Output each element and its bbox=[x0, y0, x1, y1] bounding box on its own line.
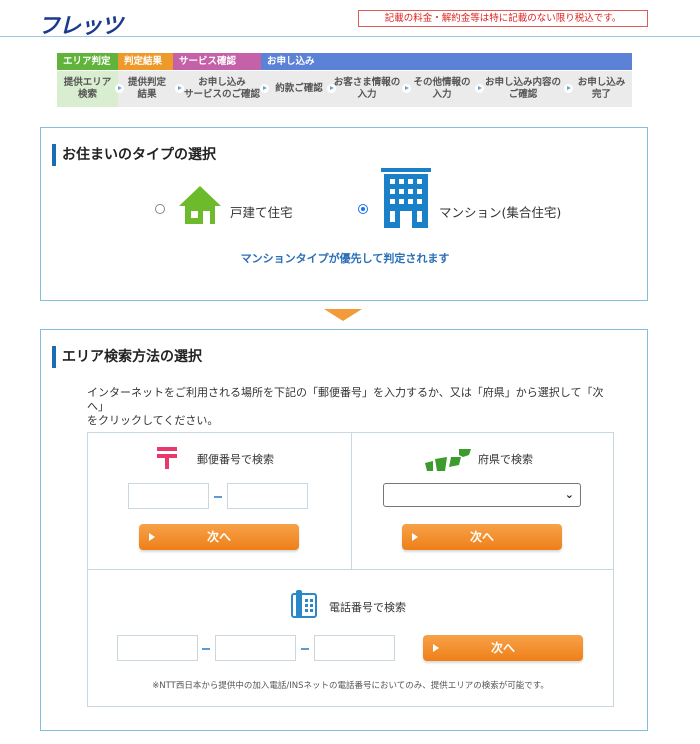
prefecture-next-button[interactable]: 次へ bbox=[402, 524, 562, 550]
search-methods-grid: 郵便番号で検索 次へ 府県で検索 ⌄ 次へ 電話番号で検索 次へ ※NTT西日本… bbox=[87, 432, 614, 707]
residence-type-title: お住まいのタイプの選択 bbox=[52, 144, 216, 166]
phone-icon bbox=[291, 590, 317, 618]
prefecture-search-label: 府県で検索 bbox=[478, 453, 533, 466]
search-instruction: インターネットをご利用される場所を下記の「郵便番号」を入力するか、又は「府県」か… bbox=[87, 386, 617, 428]
step-other-info: その他情報の 入力 bbox=[409, 71, 475, 107]
step-label: お申し込み内容の bbox=[484, 77, 561, 88]
step-label: 提供エリア bbox=[63, 77, 112, 88]
house-icon bbox=[179, 186, 221, 224]
step-label: 入力 bbox=[357, 89, 377, 100]
mansion-radio[interactable] bbox=[358, 204, 368, 214]
residence-type-panel: お住まいのタイプの選択 戸建て住宅 マンション(集合住宅) マンションタイプが優… bbox=[40, 127, 648, 301]
postal-code-second-input[interactable] bbox=[227, 483, 308, 509]
prefecture-select[interactable]: ⌄ bbox=[383, 483, 581, 507]
mansion-label[interactable]: マンション(集合住宅) bbox=[439, 202, 561, 221]
divider bbox=[88, 569, 613, 570]
postal-mark-icon bbox=[157, 447, 177, 469]
step-confirm-application: お申し込み内容の ご確認 bbox=[482, 71, 564, 107]
down-arrow-icon bbox=[324, 309, 362, 321]
japan-map-icon bbox=[425, 449, 471, 471]
flets-logo[interactable]: フレッツ bbox=[38, 8, 123, 40]
dash bbox=[301, 648, 309, 650]
phone-subscriber-input[interactable] bbox=[314, 635, 395, 661]
dash bbox=[202, 648, 210, 650]
progress-steps: エリア判定 判定結果 サービス確認 お申し込み 提供エリア 検索 提供判定 結果 お… bbox=[57, 53, 632, 107]
instruction-line-1: インターネットをご利用される場所を下記の「郵便番号」を入力するか、又は「府県」か… bbox=[87, 386, 604, 413]
category-area-check: エリア判定 bbox=[57, 53, 118, 70]
phone-search-label: 電話番号で検索 bbox=[329, 601, 406, 614]
instruction-line-2: をクリックしてください。 bbox=[87, 414, 219, 427]
postal-next-button[interactable]: 次へ bbox=[139, 524, 299, 550]
divider bbox=[351, 433, 352, 569]
step-complete: お申し込み 完了 bbox=[571, 71, 632, 107]
button-label: 次へ bbox=[469, 530, 494, 544]
step-label: 検索 bbox=[77, 89, 97, 100]
postal-code-first-input[interactable] bbox=[128, 483, 209, 509]
phone-next-button[interactable]: 次へ bbox=[423, 635, 583, 661]
play-icon bbox=[412, 533, 418, 541]
play-icon bbox=[149, 533, 155, 541]
step-label: ご確認 bbox=[508, 89, 538, 100]
step-label: 入力 bbox=[432, 89, 452, 100]
building-icon bbox=[381, 168, 431, 228]
house-label[interactable]: 戸建て住宅 bbox=[230, 202, 293, 221]
area-search-title: エリア検索方法の選択 bbox=[52, 346, 202, 368]
step-service-confirm: お申し込み サービスのご確認 bbox=[181, 71, 263, 107]
step-list: 提供エリア 検索 提供判定 結果 お申し込み サービスのご確認 約款ご確認 お客さま情… bbox=[57, 71, 632, 107]
category-result: 判定結果 bbox=[118, 53, 173, 70]
step-label: その他情報の bbox=[413, 77, 471, 88]
phone-area-code-input[interactable] bbox=[117, 635, 198, 661]
chevron-down-icon: ⌄ bbox=[564, 488, 574, 501]
step-label: お客さま情報の bbox=[333, 77, 401, 88]
postal-search-label: 郵便番号で検索 bbox=[197, 453, 274, 466]
play-icon bbox=[433, 644, 439, 652]
phone-search-note: ※NTT西日本から提供中の加入電話/INSネットの電話番号においてのみ、提供エリ… bbox=[152, 681, 549, 691]
step-label: お申し込み bbox=[198, 77, 246, 88]
page-header: フレッツ 記載の料金・解約金等は特に記載のない限り税込です。 bbox=[0, 0, 700, 40]
button-label: 次へ bbox=[206, 530, 231, 544]
dash bbox=[214, 496, 222, 498]
priority-note: マンションタイプが優先して判定されます bbox=[240, 252, 450, 265]
step-customer-info: お客さま情報の 入力 bbox=[333, 71, 401, 107]
category-service-confirm: サービス確認 bbox=[173, 53, 261, 70]
price-notice: 記載の料金・解約金等は特に記載のない限り税込です。 bbox=[358, 10, 648, 27]
step-label: 提供判定 bbox=[127, 77, 166, 88]
step-label: サービスのご確認 bbox=[183, 89, 260, 100]
house-radio[interactable] bbox=[155, 204, 165, 214]
step-result: 提供判定 結果 bbox=[121, 71, 173, 107]
step-label: 完了 bbox=[591, 89, 611, 100]
step-area-search: 提供エリア 検索 bbox=[57, 71, 118, 107]
step-label: 結果 bbox=[137, 89, 157, 100]
category-application: お申し込み bbox=[261, 53, 632, 70]
button-label: 次へ bbox=[490, 641, 515, 655]
step-terms: 約款ご確認 bbox=[267, 71, 331, 107]
phone-local-code-input[interactable] bbox=[215, 635, 296, 661]
area-search-panel: エリア検索方法の選択 インターネットをご利用される場所を下記の「郵便番号」を入力… bbox=[40, 329, 648, 731]
step-label: お申し込み bbox=[577, 77, 626, 88]
step-label: 約款ご確認 bbox=[275, 83, 323, 94]
step-categories: エリア判定 判定結果 サービス確認 お申し込み bbox=[57, 53, 632, 70]
